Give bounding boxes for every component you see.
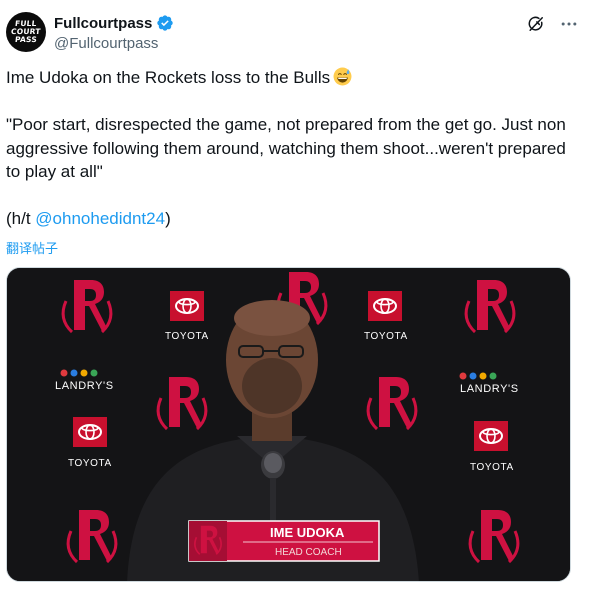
tweet-text-line: Ime Udoka on the Rockets loss to the Bul…: [6, 68, 331, 87]
avatar-text-line-3: PASS: [14, 35, 38, 44]
tweet-body: Ime Udoka on the Rockets loss to the Bul…: [6, 66, 581, 231]
toyota-logo-icon: [72, 416, 108, 448]
sponsor-landrys-text: LANDRY'S: [460, 383, 519, 395]
avatar[interactable]: FULL COURT PASS: [6, 12, 46, 52]
nameplate-title: HEAD COACH: [275, 547, 342, 558]
sponsor-landrys-text: LANDRY'S: [55, 380, 114, 392]
name-row: Fullcourtpass: [54, 14, 174, 32]
toyota-logo-icon: [169, 290, 205, 322]
sponsor-toyota-text: TOYOTA: [165, 331, 209, 342]
tweet-header: FULL COURT PASS Fullcourtpass @Fullcourt…: [6, 10, 596, 56]
tweet-quote: "Poor start, disrespected the game, not …: [6, 115, 571, 181]
mention-link[interactable]: @ohnohedidnt24: [35, 209, 165, 228]
author-handle[interactable]: @Fullcourtpass: [54, 35, 158, 52]
display-name[interactable]: Fullcourtpass: [54, 15, 152, 32]
hat-tip-prefix: (h/t: [6, 209, 36, 228]
sponsor-toyota-text: TOYOTA: [364, 331, 408, 342]
grok-icon[interactable]: [526, 14, 546, 34]
nameplate-name: IME UDOKA: [270, 525, 345, 540]
translate-post-link[interactable]: 翻译帖子: [6, 238, 58, 257]
press-conference-image: TOYOTA TOYOTA TOYOTA TOYOTA LANDRY'S LAN…: [7, 268, 570, 581]
sponsor-toyota-text: TOYOTA: [68, 458, 112, 469]
more-icon[interactable]: [559, 14, 579, 34]
hat-tip-suffix: ): [165, 209, 171, 228]
toyota-logo-icon: [473, 420, 509, 452]
grinning-sweat-emoji-icon: [333, 67, 352, 86]
verified-badge-icon: [157, 15, 174, 31]
tweet-media[interactable]: TOYOTA TOYOTA TOYOTA TOYOTA LANDRY'S LAN…: [6, 267, 571, 582]
toyota-logo-icon: [367, 290, 403, 322]
sponsor-toyota-text: TOYOTA: [470, 462, 514, 473]
